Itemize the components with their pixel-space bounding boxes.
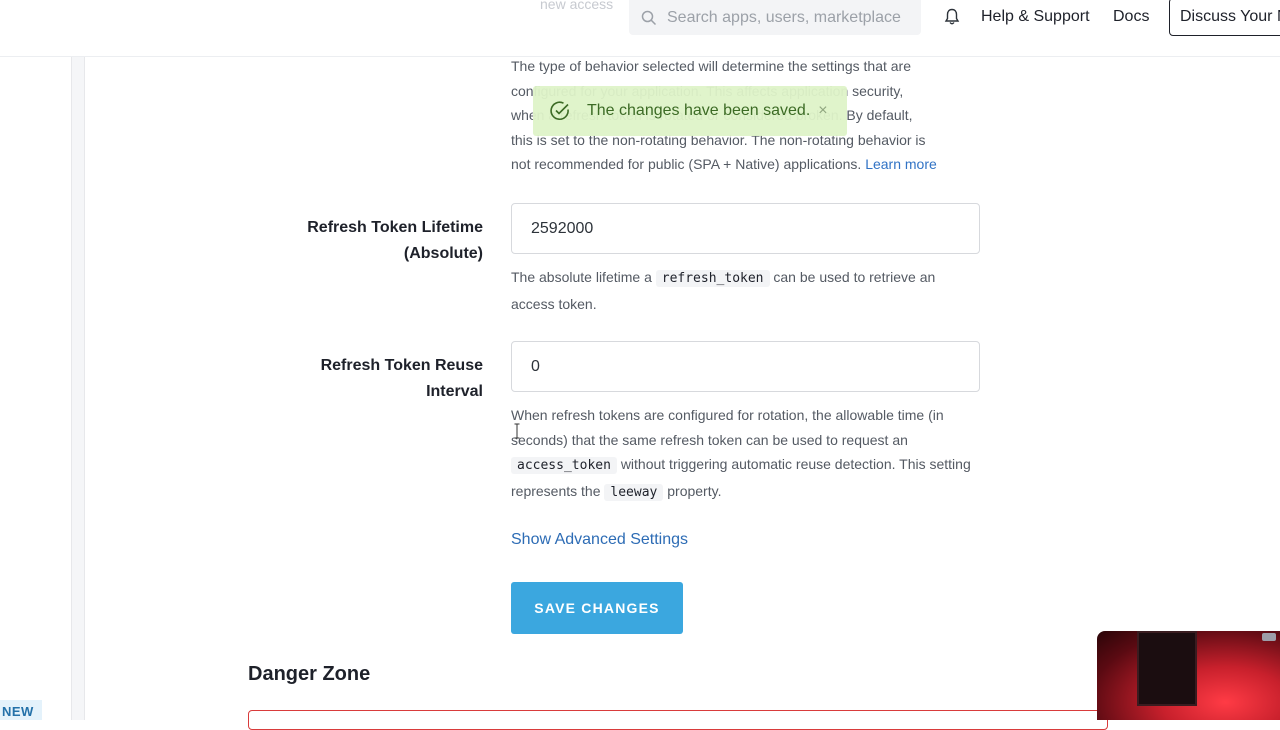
help-support-link[interactable]: Help & Support [981,8,1090,26]
search-input[interactable] [667,8,917,27]
success-toast: The changes have been saved. × [533,86,847,136]
toast-message: The changes have been saved. [587,102,811,119]
header-ghost-text: new access [540,0,614,12]
webcam-overlay [1097,631,1280,720]
discuss-needs-button[interactable]: Discuss Your Needs [1169,0,1280,36]
leeway-code: leeway [604,483,664,501]
close-icon[interactable]: × [818,102,827,120]
docs-link[interactable]: Docs [1113,8,1149,26]
search-bar[interactable] [629,0,921,35]
check-circle-icon [550,101,569,121]
search-icon [641,10,657,25]
webcam-frame [1137,631,1197,706]
new-badge: NEW [0,700,42,720]
lifetime-label: Refresh Token Lifetime (Absolute) [307,219,483,262]
learn-more-link[interactable]: Learn more [865,156,937,172]
lifetime-description: The absolute lifetime a refresh_token ca… [511,269,936,312]
reuse-interval-label: Refresh Token Reuse Interval [320,357,483,400]
sidebar [0,57,72,720]
reuse-interval-input[interactable] [511,341,980,392]
save-changes-button[interactable]: SAVE CHANGES [511,582,683,634]
show-advanced-settings-link[interactable]: Show Advanced Settings [511,531,688,549]
access-token-code: access_token [511,457,617,474]
danger-zone-box [248,710,1108,730]
lifetime-input[interactable] [511,203,980,254]
text-cursor-icon [514,423,520,439]
reuse-interval-description: When refresh tokens are configured for r… [511,407,971,501]
sidebar-divider [71,57,85,720]
webcam-corner-icon [1262,633,1276,641]
bell-icon[interactable] [944,8,960,26]
refresh-token-code: refresh_token [655,270,770,287]
danger-zone-title: Danger Zone [248,663,371,685]
top-header: new access Help & Support Docs Discuss Y… [0,0,1280,57]
